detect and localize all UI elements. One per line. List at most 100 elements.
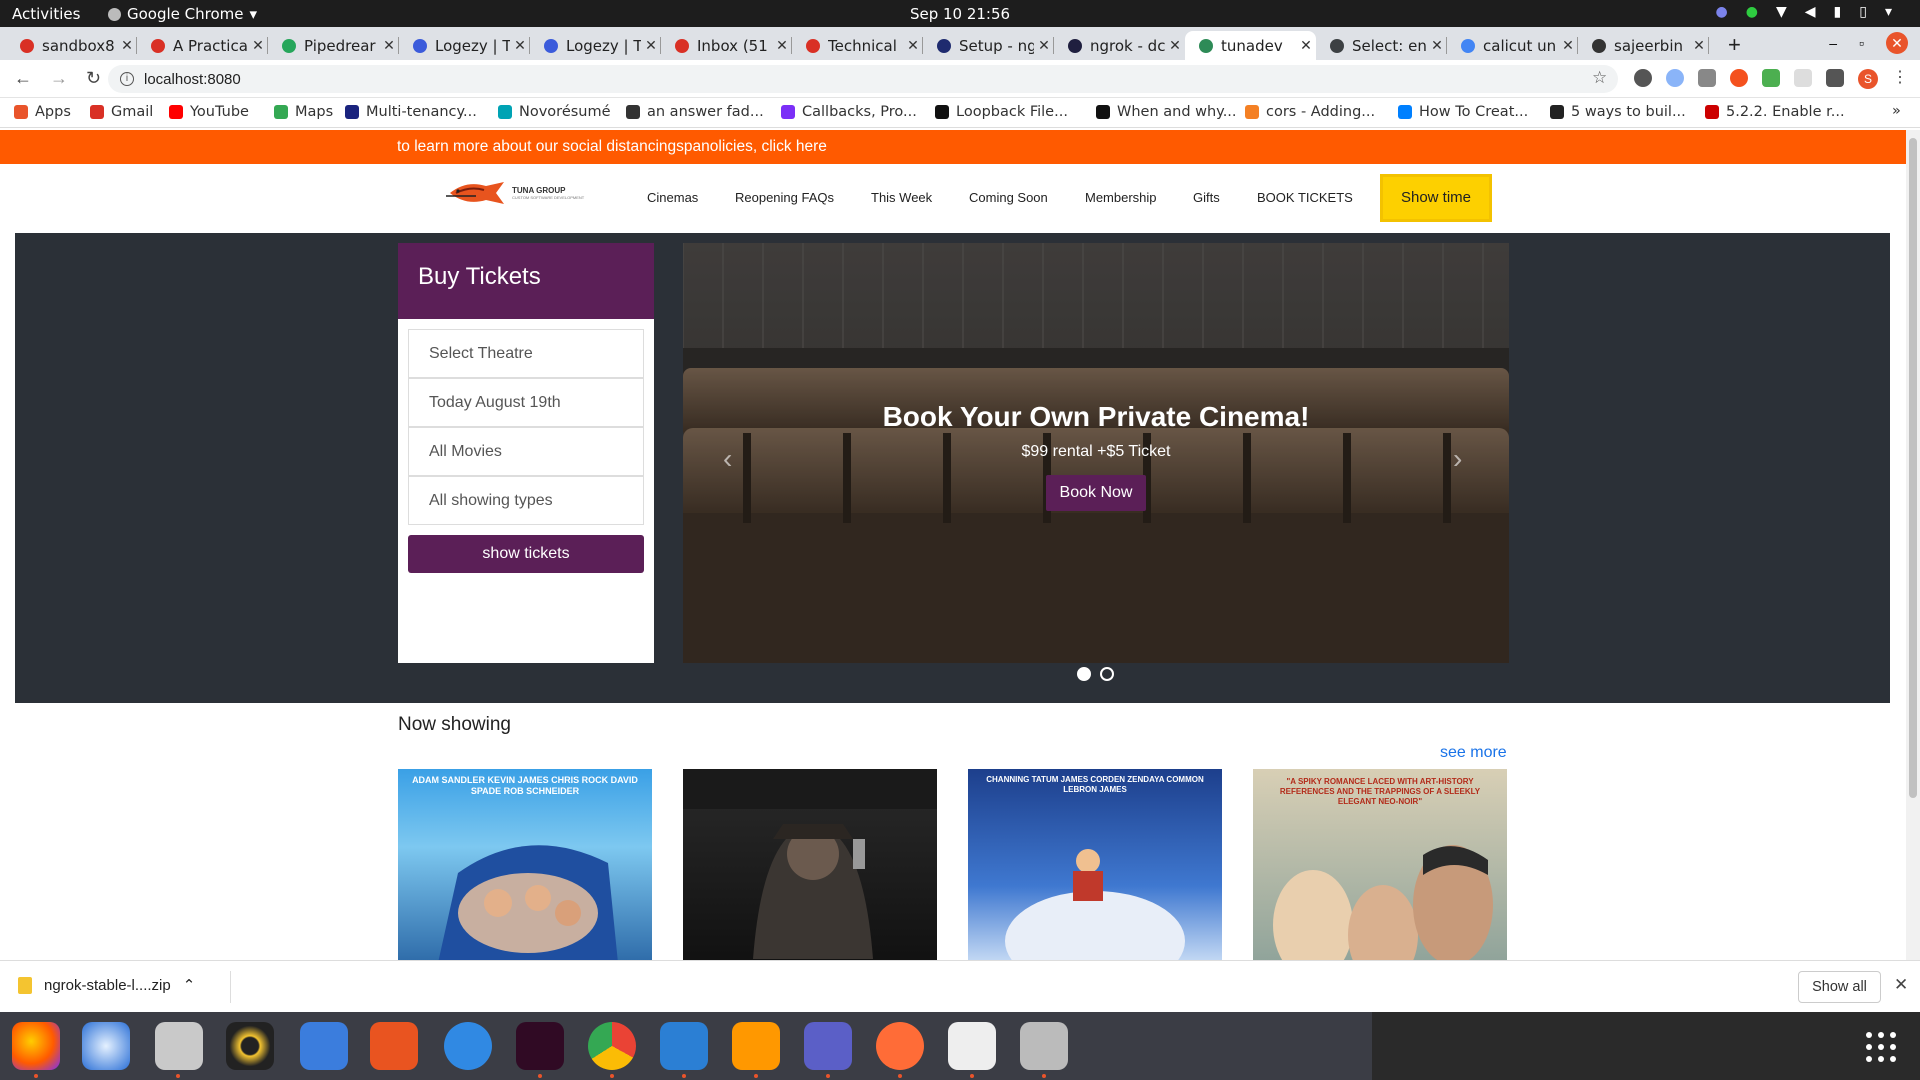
tab[interactable]: sajeerbin ✕ [1578,31,1709,60]
nav-reopening-faqs[interactable]: Reopening FAQs [735,190,834,205]
bookmark-item[interactable]: Multi-tenancy... [345,104,477,120]
postman-icon[interactable] [876,1022,924,1070]
document-viewer-icon[interactable] [948,1022,996,1070]
profile-avatar[interactable]: S [1858,69,1878,89]
carousel-dot-active[interactable] [1077,667,1091,681]
banner-text[interactable]: to learn more about our social distancin… [397,138,827,155]
tuna-group-logo[interactable]: TUNA GROUP CUSTOM SOFTWARE DEVELOPMENT [446,178,584,208]
tab-close-icon[interactable]: ✕ [1034,38,1054,54]
bookmark-item[interactable]: cors - Adding... [1245,104,1375,120]
clock[interactable]: Sep 10 21:56 [0,5,1920,23]
bookmark-item[interactable]: 5 ways to buil... [1550,104,1686,120]
puzzle-icon[interactable] [1826,69,1844,87]
bookmark-item[interactable]: Maps [274,104,333,120]
nav-gifts[interactable]: Gifts [1193,190,1220,205]
show-tickets-button[interactable]: show tickets [408,535,644,573]
tab[interactable]: Pipedrear ✕ [268,31,399,60]
terminal-icon[interactable] [516,1022,564,1070]
chevron-up-icon[interactable]: ⌃ [183,976,196,994]
bookmark-item[interactable]: How To Creat... [1398,104,1528,120]
tab[interactable]: ngrok - dc ✕ [1054,31,1185,60]
download-item[interactable]: ngrok-stable-l....zip ⌃ [18,976,195,994]
tab[interactable]: Setup - ng ✕ [923,31,1054,60]
extension-icon[interactable] [1634,69,1652,87]
scrollbar-thumb[interactable] [1909,138,1917,798]
select-showing-type[interactable]: All showing types [408,476,644,525]
tab[interactable]: A Practica ✕ [137,31,268,60]
back-arrow-icon[interactable]: ← [14,68,32,89]
covid-banner[interactable]: to learn more about our social distancin… [0,130,1906,164]
select-theatre[interactable]: Select Theatre [408,329,644,378]
burnt-orange-heresy-poster[interactable]: "A SPIKY ROMANCE LACED WITH ART-HISTORY … [1253,769,1507,960]
bookmark-item[interactable]: Callbacks, Pro... [781,104,917,120]
forward-arrow-icon[interactable]: → [50,68,68,89]
nav-membership[interactable]: Membership [1085,190,1157,205]
nav-cinemas[interactable]: Cinemas [647,190,698,205]
tab-close-icon[interactable]: ✕ [248,38,268,54]
nav-this-week[interactable]: This Week [871,190,932,205]
show-applications-icon[interactable] [1866,1032,1896,1062]
tab[interactable]: sandbox8 ✕ [6,31,137,60]
see-more-link[interactable]: see more [1440,744,1507,762]
show-all-button[interactable]: Show all [1798,971,1881,1003]
tab[interactable]: Logezy | T ✕ [530,31,661,60]
tab-close-icon[interactable]: ✕ [1427,38,1447,54]
tab-close-icon[interactable]: ✕ [117,38,137,54]
tab-close-icon[interactable]: ✕ [379,38,399,54]
smallfoot-poster[interactable]: CHANNING TATUM JAMES CORDEN ZENDAYA COMM… [968,769,1222,960]
bookmark-item[interactable]: Novorésumé [498,104,611,120]
extension-icon[interactable] [1762,69,1780,87]
thunderbird-icon[interactable] [82,1022,130,1070]
action-movie-poster[interactable] [683,769,937,960]
nav-coming-soon[interactable]: Coming Soon [969,190,1048,205]
page-scrollbar[interactable] [1906,130,1920,960]
grown-ups-2-poster[interactable]: ADAM SANDLER KEVIN JAMES CHRIS ROCK DAVI… [398,769,652,960]
extension-icon[interactable] [1698,69,1716,87]
firefox-icon[interactable] [12,1022,60,1070]
tab[interactable]: Logezy | T ✕ [399,31,530,60]
tab-close-icon[interactable]: ✕ [1296,38,1316,54]
select-movie[interactable]: All Movies [408,427,644,476]
bookmark-item[interactable]: Gmail [90,104,153,120]
tab[interactable]: Inbox (51 ✕ [661,31,792,60]
kebab-menu-icon[interactable]: ⋮ [1892,69,1908,89]
bookmark-item[interactable]: When and why... [1096,104,1237,120]
select-date[interactable]: Today August 19th [408,378,644,427]
files-icon[interactable] [155,1022,203,1070]
new-tab-button[interactable]: + [1728,32,1741,58]
extension-icon[interactable] [1794,69,1812,87]
tab-close-icon[interactable]: ✕ [903,38,923,54]
tab-close-icon[interactable]: ✕ [510,38,530,54]
teams-icon[interactable] [804,1022,852,1070]
tab-close-icon[interactable]: ✕ [1689,38,1709,54]
bookmark-item[interactable]: Loopback File... [935,104,1068,120]
extension-icon[interactable] [1666,69,1684,87]
tab[interactable]: calicut un ✕ [1447,31,1578,60]
bookmark-item[interactable]: an answer fad... [626,104,764,120]
tab-close-icon[interactable]: ✕ [772,38,792,54]
info-icon[interactable]: i [120,72,134,86]
tab-close-icon[interactable]: ✕ [641,38,661,54]
chrome-icon[interactable] [588,1022,636,1070]
bookmark-item[interactable]: YouTube [169,104,249,120]
tab[interactable]: tunadev ✕ [1185,31,1316,60]
close-icon[interactable]: ✕ [1894,975,1908,995]
app-menu[interactable]: Google Chrome ▾ [108,5,257,23]
minimize-button[interactable]: – [1829,35,1837,51]
activities-button[interactable]: Activities [12,5,80,23]
bookmark-item[interactable]: 5.2.2. Enable r... [1705,104,1845,120]
extension-icon[interactable] [1730,69,1748,87]
close-window-button[interactable]: ✕ [1886,32,1908,54]
bookmark-star-icon[interactable]: ☆ [1592,68,1607,88]
tab[interactable]: Select: en ✕ [1316,31,1447,60]
omnibox[interactable]: i localhost:8080 [108,65,1618,93]
vscode-icon[interactable] [660,1022,708,1070]
system-tray[interactable]: ● ● ▼ ◀ ▮ ▯ ▾ [1716,4,1892,20]
more-bookmarks-icon[interactable]: » [1892,103,1901,119]
libreoffice-writer-icon[interactable] [300,1022,348,1070]
software-center-icon[interactable] [370,1022,418,1070]
tab[interactable]: Technical ✕ [792,31,923,60]
help-icon[interactable] [444,1022,492,1070]
tab-close-icon[interactable]: ✕ [1558,38,1578,54]
bookmark-item[interactable]: Apps [14,104,71,120]
